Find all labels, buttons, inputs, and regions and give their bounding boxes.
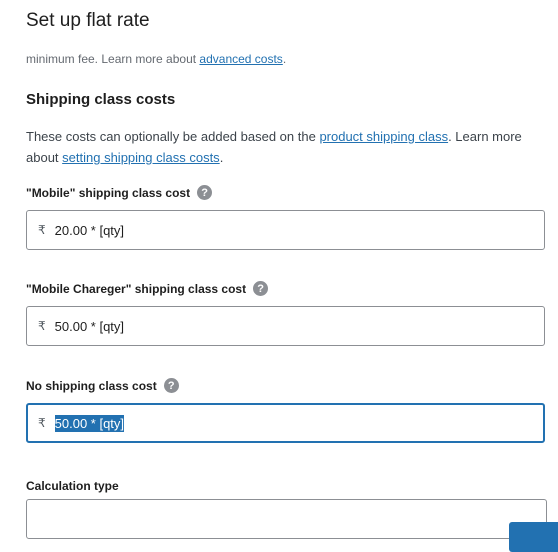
currency-symbol: ₹	[38, 416, 46, 430]
help-icon[interactable]: ?	[253, 281, 269, 296]
product-shipping-class-link[interactable]: product shipping class	[319, 129, 448, 144]
mobile-chareger-cost-value: 50.00 * [qty]	[54, 318, 125, 334]
no-shipping-class-cost-value: 50.00 * [qty]	[54, 414, 125, 432]
mobile-cost-label: "Mobile" shipping class cost ?	[26, 185, 213, 200]
primary-button[interactable]	[509, 522, 558, 552]
setting-shipping-class-costs-link[interactable]: setting shipping class costs	[62, 150, 220, 165]
currency-symbol: ₹	[38, 319, 46, 333]
mobile-chareger-cost-label: "Mobile Chareger" shipping class cost ?	[26, 281, 269, 296]
calculation-type-label: Calculation type	[26, 479, 119, 493]
section-description: These costs can optionally be added base…	[26, 129, 522, 165]
calculation-type-select[interactable]	[26, 499, 547, 539]
no-shipping-class-cost-input[interactable]: ₹ 50.00 * [qty]	[26, 403, 545, 443]
no-shipping-class-cost-label: No shipping class cost ?	[26, 378, 179, 393]
help-icon[interactable]: ?	[197, 185, 213, 200]
intro-text: minimum fee. Learn more about advanced c…	[26, 52, 287, 66]
modal-title: Set up flat rate	[26, 10, 150, 31]
section-heading: Shipping class costs	[26, 91, 176, 108]
currency-symbol: ₹	[38, 223, 46, 237]
mobile-cost-input[interactable]: ₹ 20.00 * [qty]	[26, 210, 545, 250]
mobile-cost-value: 20.00 * [qty]	[54, 222, 125, 238]
advanced-costs-link[interactable]: advanced costs	[199, 52, 282, 66]
help-icon[interactable]: ?	[163, 378, 179, 393]
mobile-chareger-cost-input[interactable]: ₹ 50.00 * [qty]	[26, 306, 545, 346]
